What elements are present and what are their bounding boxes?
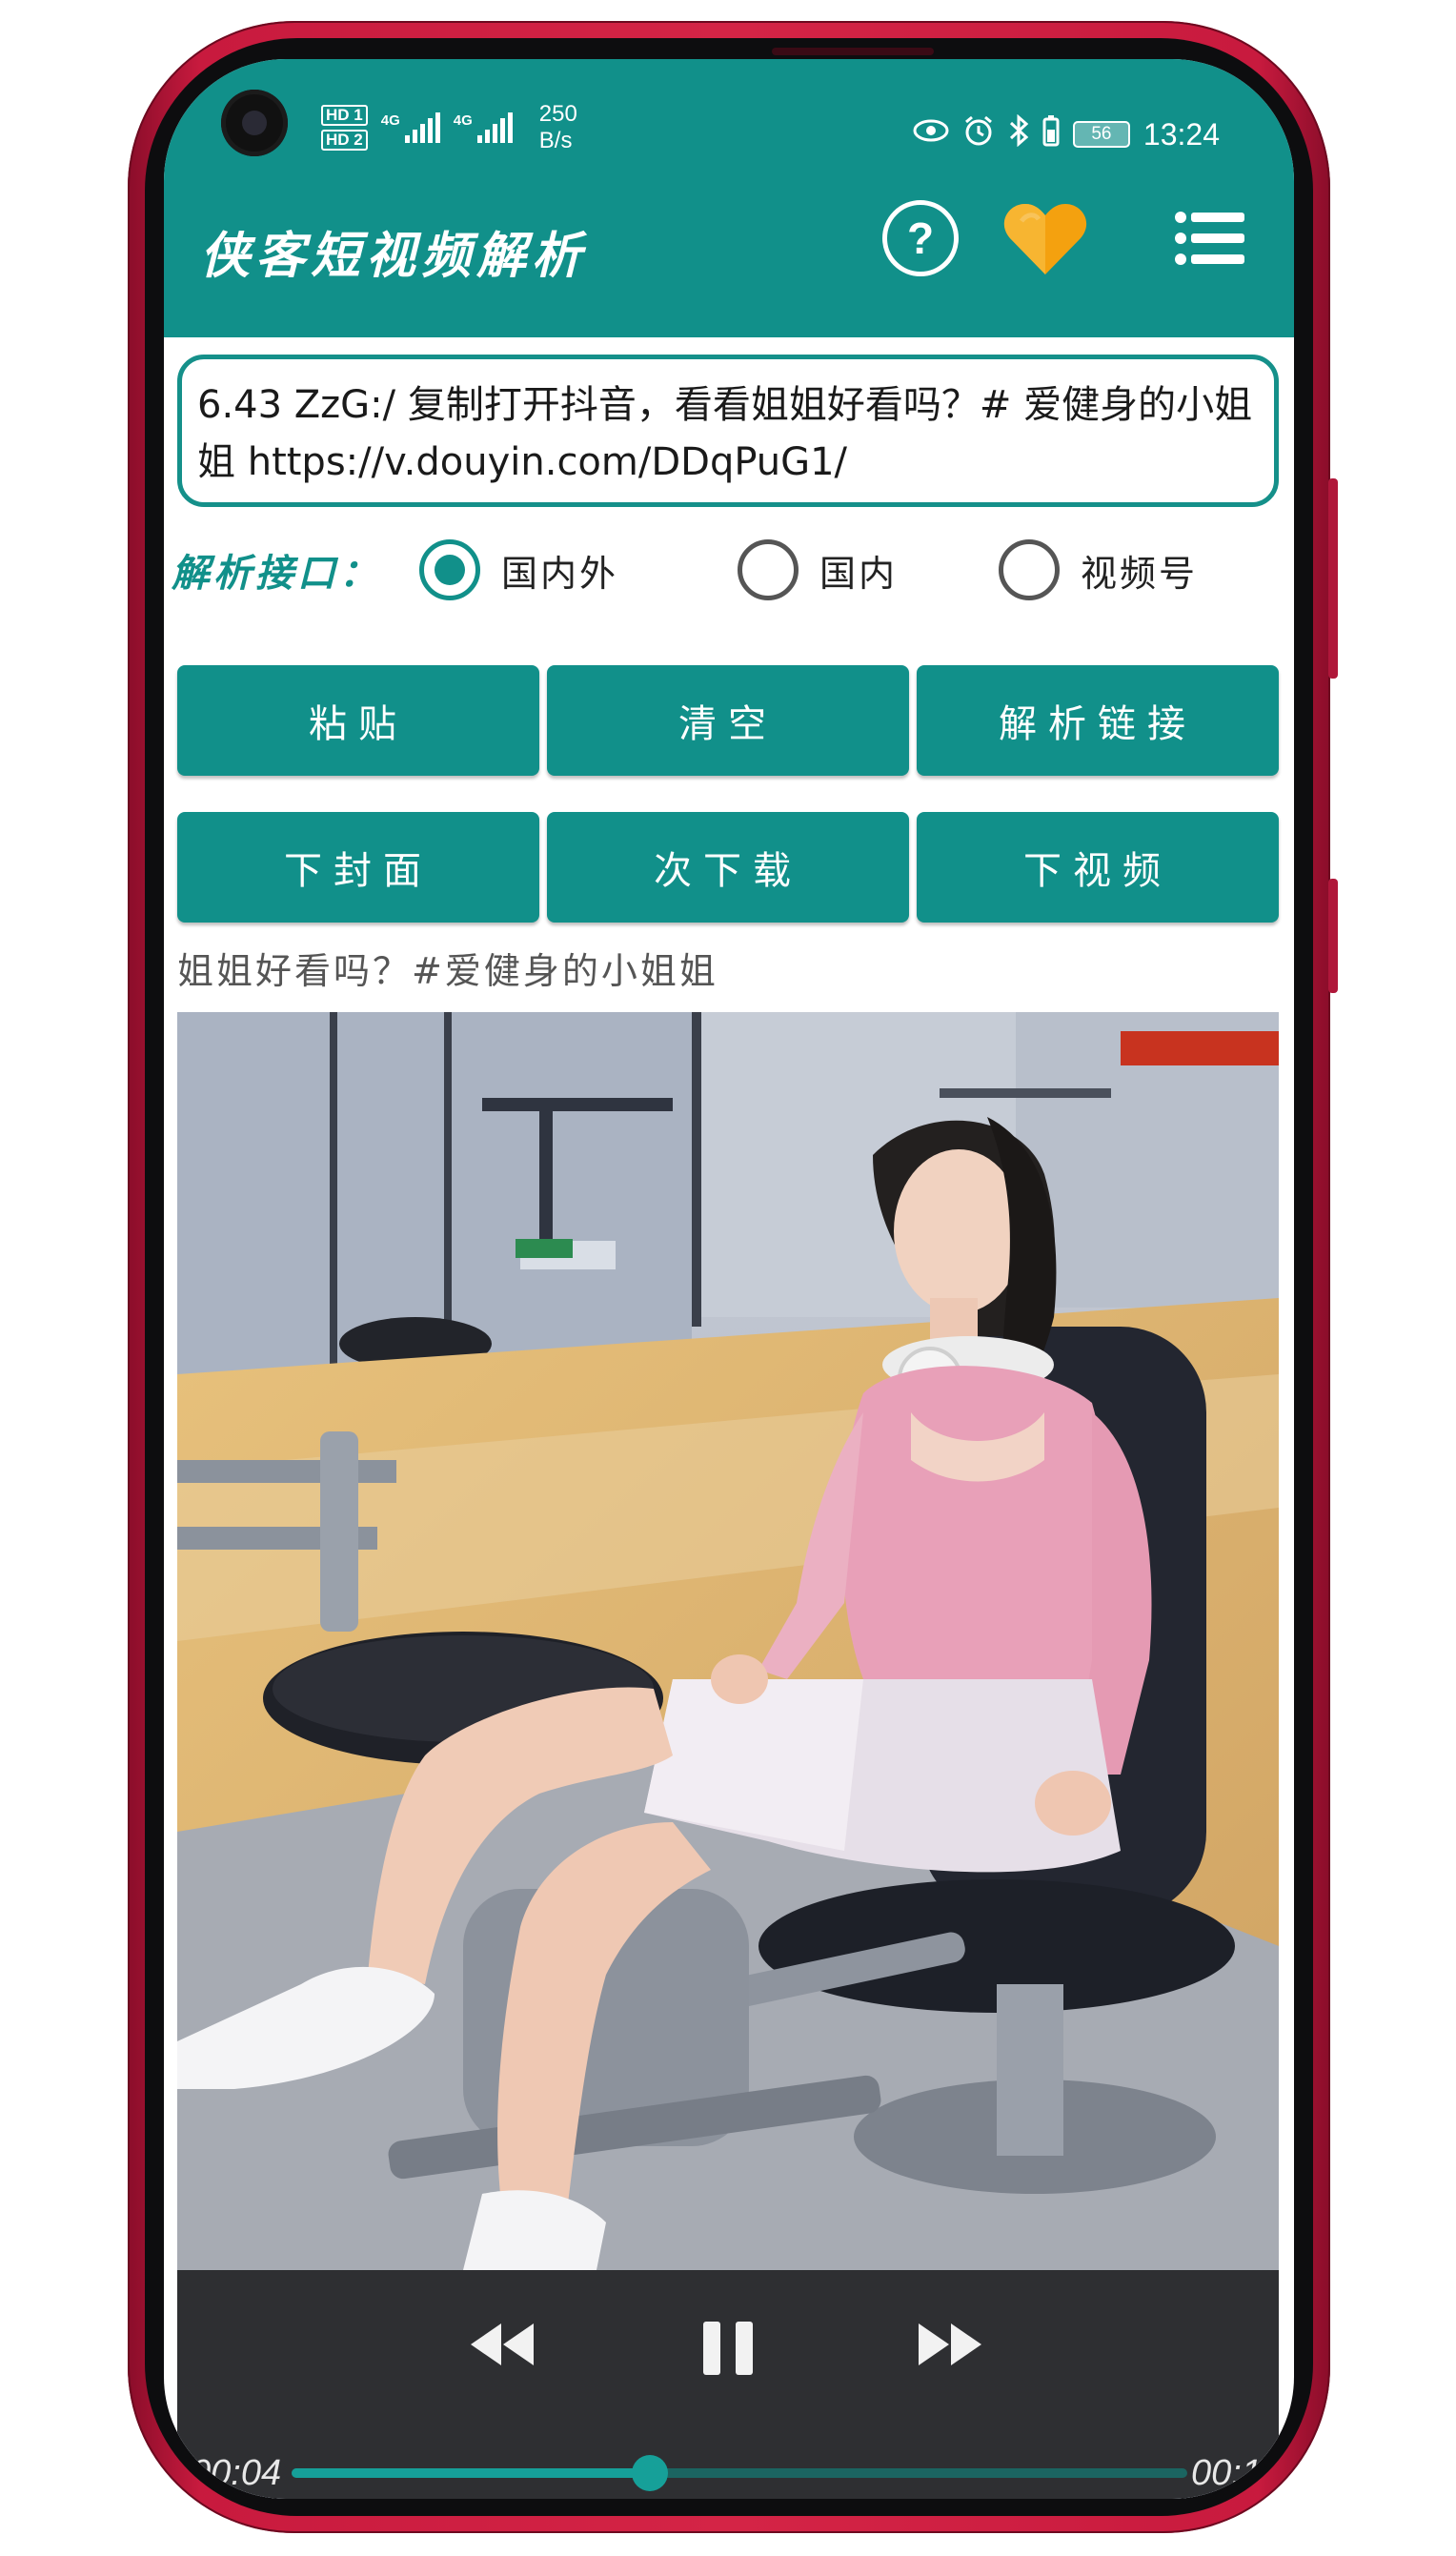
help-icon[interactable]: ?	[882, 200, 959, 276]
menu-icon[interactable]	[1174, 210, 1246, 267]
signal-strength-icon-2: 4G	[454, 112, 513, 143]
network-indicators: HD 1 HD 2 4G 4G 250 B/s	[321, 101, 577, 154]
parse-link-button[interactable]: 解析链接	[917, 665, 1279, 776]
clear-button[interactable]: 清空	[547, 665, 909, 776]
seek-bar[interactable]	[292, 2455, 1187, 2491]
total-time: 00:10	[1191, 2453, 1279, 2493]
download-cover-button[interactable]: 下封面	[177, 812, 539, 923]
front-camera	[221, 90, 288, 156]
radio-checked-icon[interactable]	[419, 539, 480, 600]
fast-forward-icon[interactable]	[915, 2318, 987, 2375]
app-bar: 侠客短视频解析 ?	[164, 164, 1294, 337]
radio-domestic-international[interactable]: 国内外	[419, 539, 618, 600]
earpiece-speaker	[772, 48, 934, 55]
heart-icon[interactable]	[1002, 200, 1088, 280]
volume-button	[1328, 478, 1338, 679]
video-player[interactable]: 00:04 00:10	[177, 1012, 1279, 2499]
rewind-icon[interactable]	[465, 2318, 537, 2375]
video-caption: 姐姐好看吗？#爱健身的小姐姐	[177, 950, 718, 992]
current-time: 00:04	[191, 2453, 282, 2493]
eye-icon	[913, 118, 949, 151]
radio-label: 国内	[819, 552, 899, 595]
battery-icon: 56	[1072, 121, 1130, 148]
download-video-button[interactable]: 下视频	[917, 812, 1279, 923]
network-speed: 250 B/s	[538, 101, 577, 153]
seek-bar-thumb[interactable]	[632, 2455, 668, 2491]
seek-bar-progress	[292, 2468, 650, 2478]
radio-label: 国内外	[501, 552, 619, 595]
player-controls: 00:04 00:10	[177, 2270, 1279, 2499]
bluetooth-icon	[1008, 113, 1029, 154]
signal-strength-icon: 4G	[381, 112, 440, 143]
api-selector: 解析接口： 国内外 国内 视频号	[172, 522, 1286, 618]
clock: 13:24	[1143, 116, 1220, 152]
pause-icon[interactable]	[698, 2318, 758, 2383]
power-button	[1328, 879, 1338, 993]
alarm-icon	[962, 114, 995, 154]
next-download-button[interactable]: 次下载	[547, 812, 909, 923]
api-label: 解析接口：	[172, 551, 381, 596]
hd-badge-1: HD 1	[321, 105, 368, 126]
paste-button[interactable]: 粘贴	[177, 665, 539, 776]
hd-badge-2: HD 2	[321, 130, 368, 151]
radio-unchecked-icon[interactable]	[738, 539, 799, 600]
status-bar: HD 1 HD 2 4G 4G 250 B/s 56 13:24	[164, 59, 1294, 164]
radio-domestic[interactable]: 国内	[738, 539, 898, 600]
battery-saver-icon	[1042, 114, 1060, 154]
radio-unchecked-icon[interactable]	[999, 539, 1060, 600]
status-icons: 56 13:24	[913, 113, 1220, 154]
app-title: 侠客短视频解析	[200, 227, 588, 285]
radio-label: 视频号	[1081, 552, 1199, 595]
radio-video-account[interactable]: 视频号	[999, 539, 1198, 600]
link-input[interactable]: 6.43 ZzG:/ 复制打开抖音，看看姐姐好看吗？# 爱健身的小姐姐 http…	[177, 355, 1279, 507]
phone-screen: HD 1 HD 2 4G 4G 250 B/s 56 13:24 侠客短视频解析…	[164, 59, 1294, 2499]
